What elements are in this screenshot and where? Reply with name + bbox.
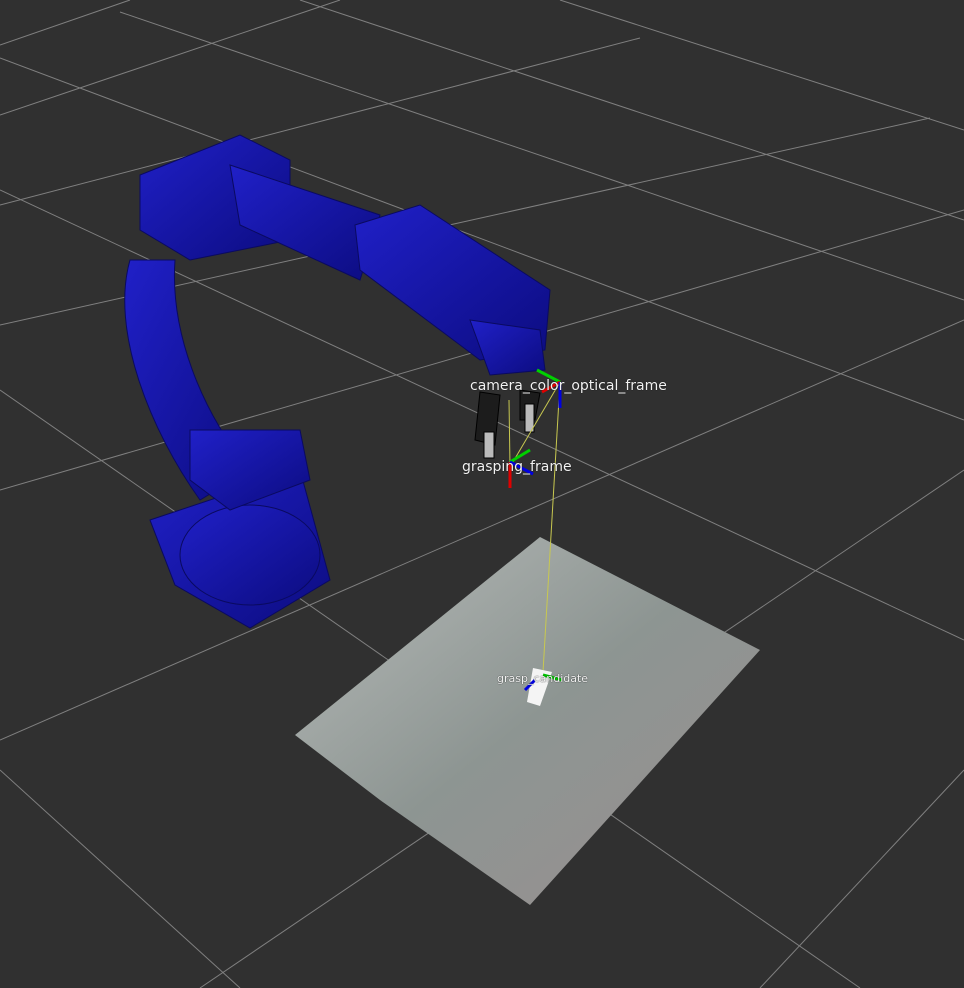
grid-line	[0, 37, 641, 206]
point-cloud-table	[295, 537, 760, 905]
grid-line	[559, 0, 964, 131]
grid-line	[0, 0, 341, 116]
grid-line	[759, 769, 964, 988]
camera-frame-label: camera_color_optical_frame	[470, 378, 667, 394]
scene	[0, 0, 964, 988]
grasp-candidate-label: grasp_candidate	[497, 672, 589, 685]
grid-line	[0, 0, 131, 46]
grid-line	[0, 769, 241, 988]
gripper	[474, 389, 541, 459]
grasping-frame-label: grasping_frame	[462, 459, 572, 475]
rviz-3d-viewport[interactable]: camera_color_optical_frame grasping_fram…	[0, 0, 964, 988]
